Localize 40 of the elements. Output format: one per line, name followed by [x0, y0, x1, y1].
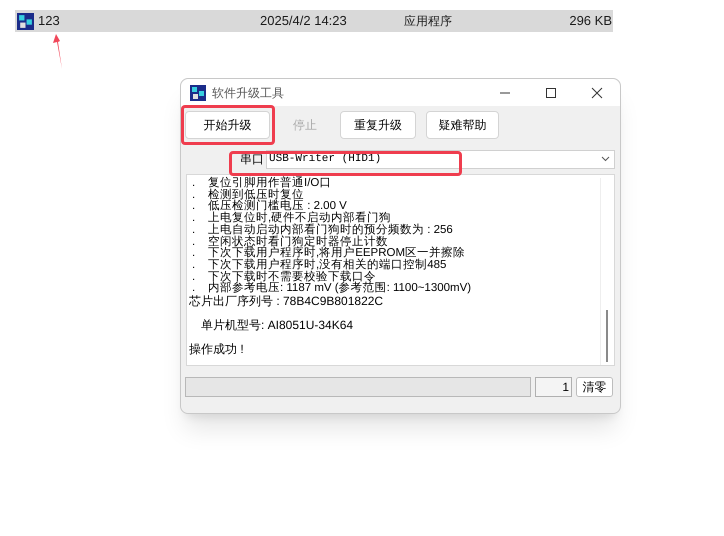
bullet-marker: .: [192, 213, 196, 225]
count-field: 1: [535, 377, 572, 397]
toolbar-button[interactable]: 重复升级: [340, 111, 416, 139]
log-line: 单片机型号: AI8051U-34K64: [201, 319, 354, 332]
app-icon: [190, 84, 206, 100]
bullet-marker: .: [192, 236, 196, 248]
log-line: 复位引脚用作普通I/O口: [208, 178, 332, 189]
port-dropdown[interactable]: USB-Writer (HID1): [266, 150, 615, 168]
bullet-marker: .: [192, 283, 196, 295]
log-line: 上电复位时,硬件不启动内部看门狗: [208, 213, 392, 224]
bullet-marker: .: [192, 201, 196, 214]
file-row[interactable]: 123 2025/4/2 14:23 应用程序 296 KB: [15, 10, 613, 32]
port-label: 串口: [240, 151, 264, 168]
log-line: 操作成功 !: [189, 343, 244, 356]
file-size: 296 KB: [569, 12, 613, 30]
bullet-marker: .: [192, 224, 196, 237]
bullet-marker: .: [192, 272, 196, 284]
bullet-marker: .: [192, 190, 196, 202]
log-line: 下次下载用户程序时,将用户EEPROM区一并擦除: [208, 248, 466, 260]
window-title: 软件升级工具: [212, 84, 284, 102]
file-date: 2025/4/2 14:23: [260, 12, 348, 30]
clear-button[interactable]: 清零: [576, 377, 613, 397]
close-icon[interactable]: [591, 86, 603, 98]
app-icon: [17, 12, 34, 30]
log-line: 空闲状态时看门狗定时器停止计数: [208, 236, 388, 248]
log-line: 上电自动启动内部看门狗时的预分频数为 : 256: [208, 224, 453, 236]
log-line: 芯片出厂序列号 : 78B4C9B801822C: [189, 295, 384, 308]
toolbar-button[interactable]: 开始升级: [185, 111, 270, 139]
log-line: 低压检测门槛电压 : 2.00 V: [208, 201, 347, 212]
log-line: 内部参考电压: 1187 mV (参考范围: 1100~1300mV): [208, 283, 472, 295]
bullet-marker: .: [192, 248, 196, 260]
toolbar-button[interactable]: 疑难帮助: [426, 111, 499, 139]
log-line: 下次下载时不需要校验下载口令: [208, 272, 376, 283]
bullet-marker: .: [192, 178, 196, 190]
file-type: 应用程序: [404, 13, 453, 30]
log-line: 下次下载用户程序时,没有相关的端口控制485: [208, 260, 446, 271]
maximize-icon[interactable]: [545, 86, 557, 98]
bullet-marker: .: [192, 260, 196, 272]
file-name: 123: [38, 12, 61, 30]
chevron-down-icon: [601, 156, 610, 162]
